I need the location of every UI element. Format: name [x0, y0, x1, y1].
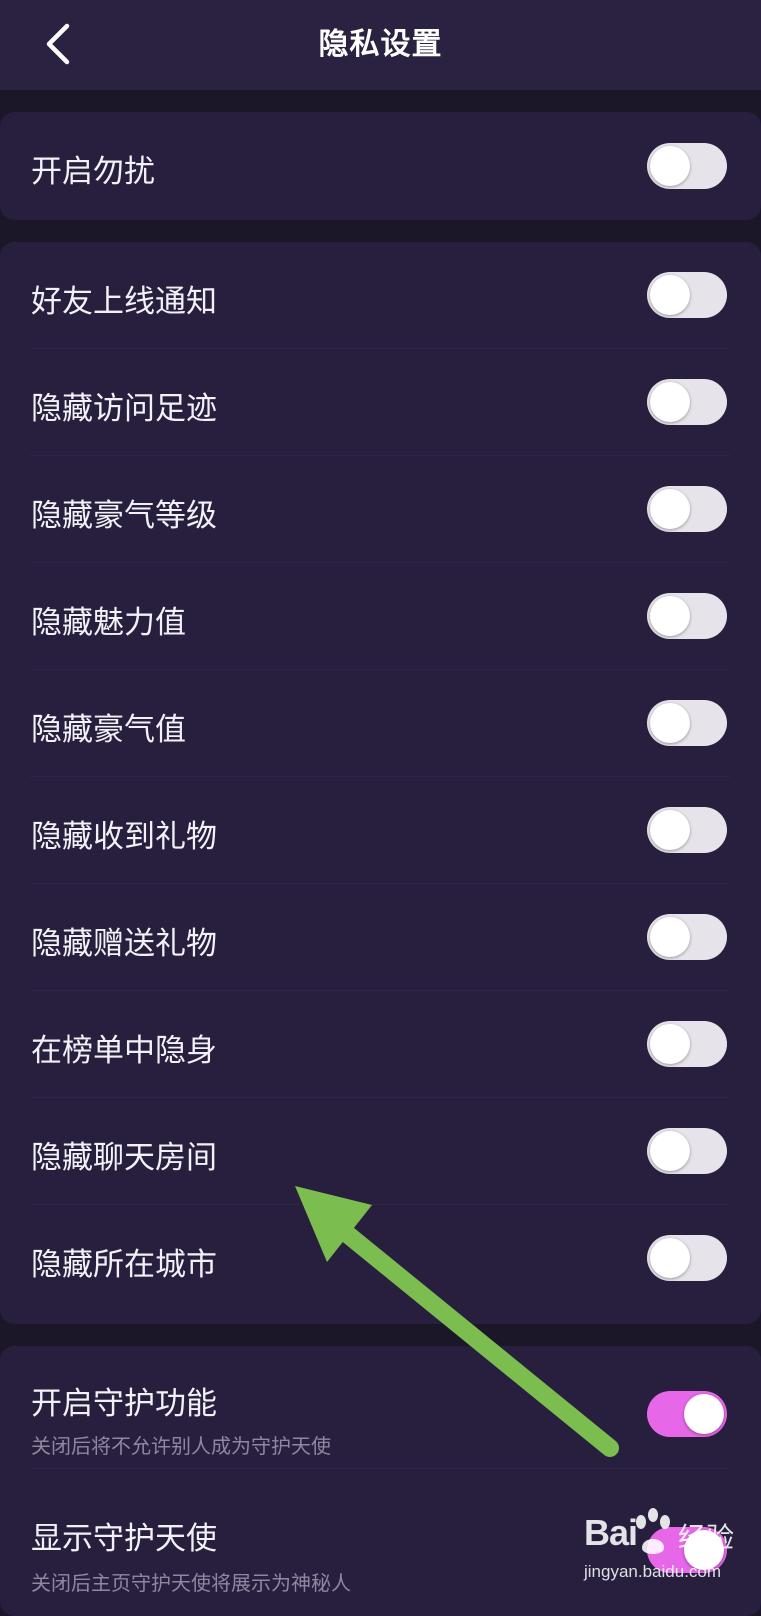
toggle-knob	[650, 382, 690, 422]
toggle-knob	[650, 917, 690, 957]
watermark-logo-text: Bai	[584, 1512, 638, 1553]
toggle-switch-hide-footprint[interactable]	[647, 379, 727, 425]
toggle-switch-hide-city[interactable]	[647, 1235, 727, 1281]
toggle-switch-hide-chat-room[interactable]	[647, 1128, 727, 1174]
toggle-switch-hide-wealth-level[interactable]	[647, 486, 727, 532]
setting-row-hide-footprint[interactable]: 隐藏访问足迹	[0, 349, 761, 455]
setting-label: 隐藏聊天房间	[31, 1140, 217, 1176]
toggle-knob	[650, 489, 690, 529]
setting-label: 好友上线通知	[31, 284, 217, 320]
setting-row-hide-received-gifts[interactable]: 隐藏收到礼物	[0, 777, 761, 883]
setting-label: 隐藏所在城市	[31, 1247, 217, 1283]
toggle-knob	[650, 1131, 690, 1171]
setting-label: 隐藏魅力值	[31, 605, 186, 641]
setting-label: 开启勿扰	[31, 154, 155, 190]
settings-card-dnd: 开启勿扰	[0, 112, 761, 220]
setting-label: 隐藏豪气值	[31, 712, 186, 748]
toggle-switch-friend-online[interactable]	[647, 272, 727, 318]
toggle-knob	[650, 275, 690, 315]
back-button[interactable]	[30, 14, 86, 74]
setting-row-dnd[interactable]: 开启勿扰	[0, 112, 761, 220]
setting-row-hide-city[interactable]: 隐藏所在城市	[0, 1205, 761, 1311]
toggle-switch-invisible-on-ranking[interactable]	[647, 1021, 727, 1067]
toggle-knob	[650, 703, 690, 743]
toggle-knob	[650, 1024, 690, 1064]
chevron-left-icon	[46, 23, 70, 65]
top-bar: 隐私设置	[0, 0, 761, 90]
setting-row-hide-chat-room[interactable]: 隐藏聊天房间	[0, 1098, 761, 1204]
watermark-jingyan-text: 经验	[678, 1521, 735, 1554]
toggle-switch-guardian-function[interactable]	[647, 1391, 727, 1437]
toggle-switch-hide-received-gifts[interactable]	[647, 807, 727, 853]
toggle-knob	[650, 810, 690, 850]
settings-card-privacy: 好友上线通知 隐藏访问足迹 隐藏豪气等级 隐藏魅力值 隐藏豪气值 隐藏收到礼物 …	[0, 242, 761, 1324]
toggle-switch-hide-wealth-value[interactable]	[647, 700, 727, 746]
setting-row-hide-wealth-value[interactable]: 隐藏豪气值	[0, 670, 761, 776]
setting-row-invisible-on-ranking[interactable]: 在榜单中隐身	[0, 991, 761, 1097]
setting-label: 在榜单中隐身	[31, 1033, 217, 1069]
setting-label: 显示守护天使	[31, 1521, 217, 1557]
toggle-switch-hide-sent-gifts[interactable]	[647, 914, 727, 960]
setting-description: 关闭后主页守护天使将展示为神秘人	[31, 1571, 351, 1595]
setting-row-friend-online[interactable]: 好友上线通知	[0, 242, 761, 348]
setting-row-hide-charm[interactable]: 隐藏魅力值	[0, 563, 761, 669]
paw-icon	[636, 1508, 670, 1554]
setting-label: 隐藏赠送礼物	[31, 926, 217, 962]
toggle-knob	[684, 1394, 724, 1434]
setting-row-hide-sent-gifts[interactable]: 隐藏赠送礼物	[0, 884, 761, 990]
toggle-switch-hide-charm[interactable]	[647, 593, 727, 639]
toggle-knob	[650, 1238, 690, 1278]
setting-description: 关闭后将不允许别人成为守护天使	[31, 1434, 331, 1458]
baidu-jingyan-watermark: Bai 经验	[584, 1508, 735, 1562]
toggle-switch-dnd[interactable]	[647, 143, 727, 189]
toggle-knob	[650, 596, 690, 636]
setting-label: 隐藏访问足迹	[31, 391, 217, 427]
setting-label: 开启守护功能	[31, 1386, 217, 1422]
setting-row-hide-wealth-level[interactable]: 隐藏豪气等级	[0, 456, 761, 562]
setting-label: 隐藏收到礼物	[31, 819, 217, 855]
setting-label: 隐藏豪气等级	[31, 498, 217, 534]
watermark-url: jingyan.baidu.com	[584, 1562, 722, 1581]
page-title: 隐私设置	[318, 27, 443, 62]
toggle-knob	[650, 146, 690, 186]
setting-row-guardian-function[interactable]: 开启守护功能 关闭后将不允许别人成为守护天使	[0, 1346, 761, 1468]
